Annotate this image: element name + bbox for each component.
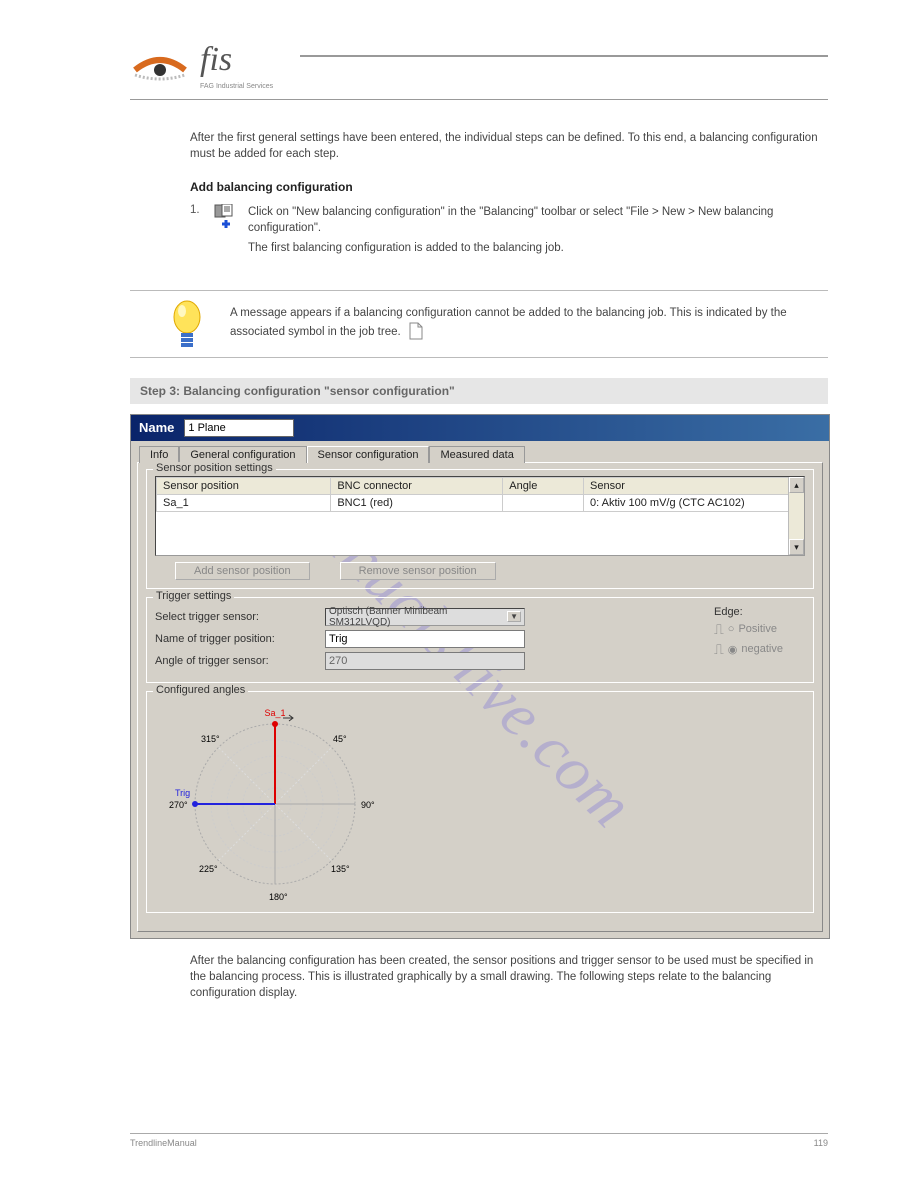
svg-text:225°: 225° <box>199 864 218 874</box>
edge-positive-label: Positive <box>738 623 777 635</box>
edge-negative-icon: ⎍ <box>714 641 724 658</box>
app-window: Name Info General configuration Sensor c… <box>130 414 830 939</box>
tab-general[interactable]: General configuration <box>179 446 306 463</box>
footer-left: TrendlineManual <box>130 1138 197 1148</box>
tab-measured[interactable]: Measured data <box>429 446 524 463</box>
trigger-name-input[interactable] <box>325 630 525 648</box>
tip-text: A message appears if a balancing configu… <box>230 307 787 338</box>
td-pos: Sa_1 <box>157 494 331 511</box>
step-text-1: Click on "New balancing configuration" i… <box>248 204 828 236</box>
logo-eye-icon <box>130 45 190 85</box>
page-icon <box>408 322 424 343</box>
edge-negative-label: negative <box>741 643 783 655</box>
svg-text:270°: 270° <box>169 800 188 810</box>
scroll-up-icon[interactable]: ▴ <box>789 477 804 493</box>
intro-paragraph: After the first general settings have be… <box>190 130 828 162</box>
section-add-config: Add balancing configuration <box>190 180 828 194</box>
edge-label: Edge: <box>714 606 783 618</box>
th-bnc: BNC connector <box>331 477 503 494</box>
svg-text:315°: 315° <box>201 734 220 744</box>
td-angle <box>503 494 584 511</box>
page-footer: TrendlineManual 119 <box>130 1133 828 1148</box>
svg-text:90°: 90° <box>361 800 375 810</box>
logo-text: fis FAG Industrial Services <box>200 40 280 90</box>
tab-strip: Info General configuration Sensor config… <box>131 441 829 462</box>
trigger-sensor-combo[interactable]: Optisch (Banner Minibeam SM312LVQD) ▼ <box>325 608 525 626</box>
name-input[interactable] <box>184 419 294 437</box>
table-row[interactable]: Sa_1 BNC1 (red) 0: Aktiv 100 mV/g (CTC A… <box>157 494 804 511</box>
step-text-2: The first balancing configuration is add… <box>248 240 828 256</box>
window-titlebar: Name <box>131 415 829 441</box>
trigger-fieldset: Trigger settings Select trigger sensor: … <box>146 597 814 683</box>
edge-positive-radio[interactable]: ⎍ ○ Positive <box>714 621 783 638</box>
trigger-sensor-value: Optisch (Banner Minibeam SM312LVQD) <box>329 606 507 628</box>
svg-text:45°: 45° <box>333 734 347 744</box>
svg-text:fis: fis <box>200 41 232 78</box>
svg-text:Sa_1: Sa_1 <box>264 708 285 718</box>
step3-heading: Step 3: Balancing configuration "sensor … <box>130 378 828 404</box>
page-header: fis FAG Industrial Services <box>130 30 828 100</box>
scroll-down-icon[interactable]: ▾ <box>789 539 804 555</box>
svg-text:180°: 180° <box>269 892 288 902</box>
scrollbar-vertical[interactable]: ▴ ▾ <box>788 477 804 555</box>
chevron-down-icon[interactable]: ▼ <box>507 611 521 622</box>
tab-info[interactable]: Info <box>139 446 179 463</box>
edge-positive-icon: ⎍ <box>714 621 724 638</box>
step-number: 1. <box>190 204 206 216</box>
lightbulb-icon <box>170 299 204 359</box>
closing-paragraph: After the balancing configuration has be… <box>190 953 828 1001</box>
th-sensor-position: Sensor position <box>157 477 331 494</box>
angles-fieldset: Configured angles <box>146 691 814 913</box>
logo-subtitle: FAG Industrial Services <box>200 83 280 90</box>
sensor-legend: Sensor position settings <box>153 462 276 474</box>
tip-box: A message appears if a balancing configu… <box>130 290 828 357</box>
th-sensor: Sensor <box>584 477 804 494</box>
name-label: Name <box>139 420 174 435</box>
sensor-position-fieldset: Sensor position settings Sensor position… <box>146 469 814 589</box>
add-sensor-button[interactable]: Add sensor position <box>175 562 310 580</box>
svg-text:Trig: Trig <box>175 788 190 798</box>
angles-legend: Configured angles <box>153 684 248 696</box>
header-rule <box>300 55 828 57</box>
trigger-legend: Trigger settings <box>153 590 234 602</box>
trigger-angle-input <box>325 652 525 670</box>
trigger-sensor-label: Select trigger sensor: <box>155 611 325 623</box>
th-angle: Angle <box>503 477 584 494</box>
td-bnc: BNC1 (red) <box>331 494 503 511</box>
tab-sensor[interactable]: Sensor configuration <box>307 446 430 463</box>
sensor-table[interactable]: Sensor position BNC connector Angle Sens… <box>156 477 804 512</box>
footer-right: 119 <box>814 1138 828 1148</box>
svg-text:135°: 135° <box>331 864 350 874</box>
remove-sensor-button[interactable]: Remove sensor position <box>340 562 496 580</box>
edge-negative-radio[interactable]: ⎍ ◉ negative <box>714 641 783 658</box>
trigger-name-label: Name of trigger position: <box>155 633 325 645</box>
td-sensor: 0: Aktiv 100 mV/g (CTC AC102) <box>584 494 804 511</box>
polar-diagram: Sa_1 45° 90° 135° 180° 225° 270° 315° Tr… <box>165 704 385 904</box>
trigger-angle-label: Angle of trigger sensor: <box>155 655 325 667</box>
new-config-icon <box>214 204 240 230</box>
